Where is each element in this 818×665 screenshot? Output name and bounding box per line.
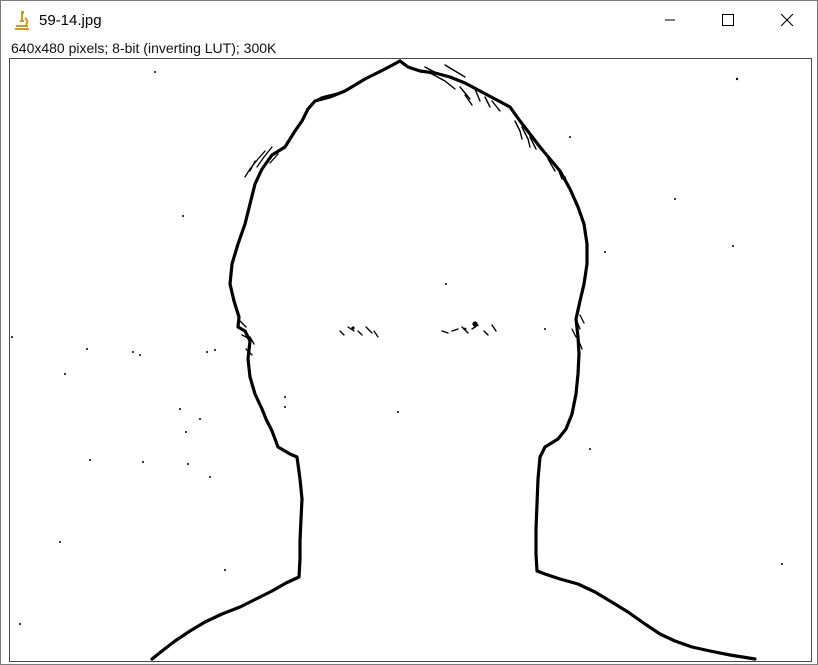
left-eye-marks (339, 326, 379, 338)
left-ear-detail (239, 320, 255, 356)
noise-dots (11, 71, 783, 625)
head-outline-left (150, 59, 402, 661)
microscope-icon (15, 11, 29, 30)
minimize-icon (665, 19, 675, 21)
maximize-icon (722, 14, 734, 26)
title-bar[interactable]: 59-14.jpg (1, 1, 817, 39)
edge-image (11, 59, 783, 661)
hair-right-strands (514, 120, 569, 188)
window-title: 59-14.jpg (39, 12, 102, 29)
right-eye-marks (441, 324, 497, 336)
close-icon (780, 13, 794, 27)
head-outline-right (398, 59, 757, 661)
image-canvas[interactable] (9, 58, 812, 662)
image-info-text: 640x480 pixels; 8-bit (inverting LUT); 3… (11, 40, 277, 56)
image-window: 59-14.jpg 640x480 pixels; 8-bit (inverti… (0, 0, 818, 665)
minimize-button[interactable] (641, 1, 699, 39)
close-button[interactable] (758, 1, 816, 39)
maximize-button[interactable] (699, 1, 757, 39)
